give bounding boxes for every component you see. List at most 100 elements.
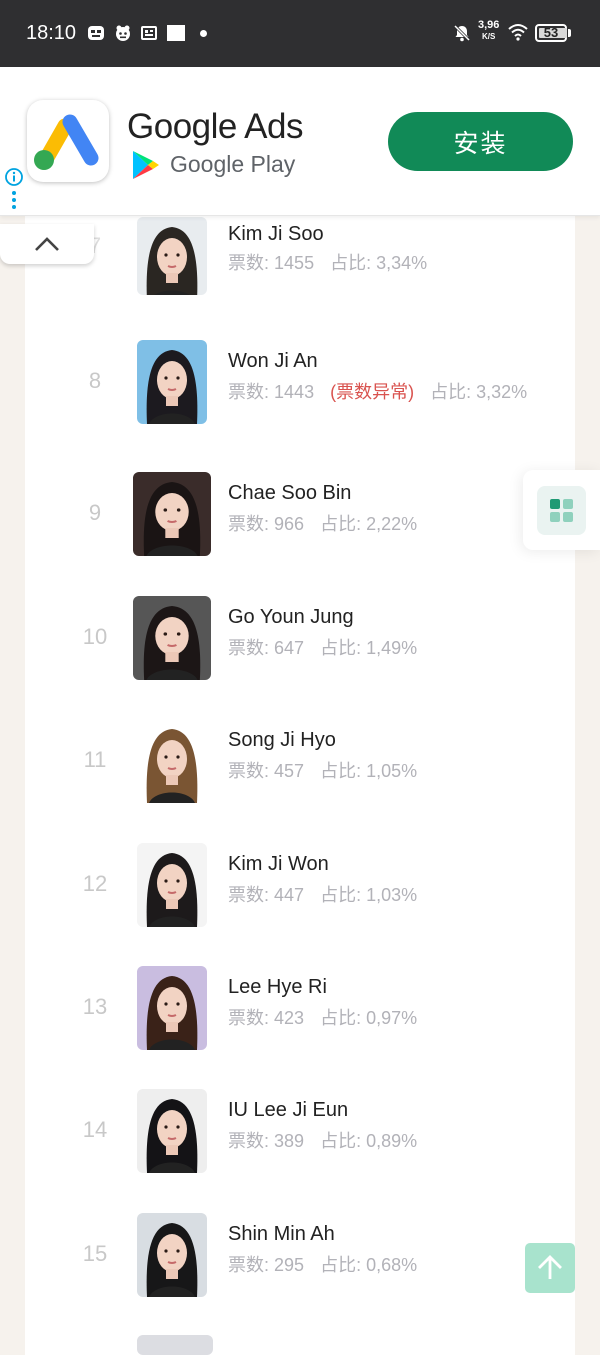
- vote-stats: 票数: 647 占比: 1,49%: [228, 634, 528, 663]
- back-to-top-button[interactable]: [525, 1243, 575, 1293]
- list-item[interactable]: 7 Kim Ji Soo 票数: 1455 占比: 3,34%: [25, 217, 575, 333]
- dot-icon: [200, 30, 207, 37]
- vote-count: 447: [274, 885, 305, 905]
- share-label: 占比:: [330, 253, 372, 273]
- list-item[interactable]: 15 Shin Min Ah 票数: 295 占比: 0,68%: [25, 1211, 575, 1321]
- celebrity-name: Chae Soo Bin: [228, 482, 352, 504]
- vote-stats: 票数: 1443 (票数异常) 占比: 3,32%: [228, 378, 528, 407]
- vote-count: 457: [274, 761, 305, 781]
- rank-number: 9: [88, 500, 102, 525]
- vote-label: 票数:: [228, 1131, 270, 1151]
- share-label: 占比:: [430, 382, 472, 402]
- vote-count: 1443: [274, 382, 315, 402]
- avatar: [133, 472, 211, 556]
- share-label: 占比:: [320, 885, 362, 905]
- rank-number: 15: [82, 1241, 108, 1266]
- share-percent: 3,32%: [476, 382, 528, 402]
- square-icon: [167, 25, 185, 41]
- share-percent: 2,22%: [366, 514, 418, 534]
- vote-stats: 票数: 389 占比: 0,89%: [228, 1127, 528, 1156]
- avatar: [137, 966, 207, 1050]
- list-item[interactable]: 10 Go Youn Jung 票数: 647 占比: 1,49%: [25, 594, 575, 704]
- vote-count: 647: [274, 638, 305, 658]
- rank-number: 8: [88, 368, 102, 393]
- install-button[interactable]: 安装: [388, 112, 573, 171]
- avatar: [133, 596, 211, 680]
- wifi-icon: [508, 24, 528, 41]
- rank-number: 11: [83, 747, 107, 772]
- avatar: [137, 217, 207, 295]
- status-bar: 18:10 3,96 K/S 53: [0, 0, 600, 67]
- ad-info-icon[interactable]: [4, 167, 24, 213]
- photo-icon: [141, 26, 157, 40]
- rank-number: 13: [82, 994, 108, 1019]
- vote-label: 票数:: [228, 1255, 270, 1275]
- vote-count: 966: [274, 514, 305, 534]
- share-percent: 1,49%: [366, 638, 418, 658]
- side-menu-button[interactable]: [523, 470, 600, 550]
- celebrity-name: Go Youn Jung: [228, 606, 354, 628]
- battery-level: 53: [543, 25, 559, 40]
- avatar: [137, 1213, 207, 1297]
- share-label: 占比:: [320, 1255, 362, 1275]
- celebrity-name: Lee Hye Ri: [228, 976, 327, 998]
- list-item[interactable]: 13 Lee Hye Ri 票数: 423 占比: 0,97%: [25, 964, 575, 1074]
- vote-count: 389: [274, 1131, 305, 1151]
- share-percent: 0,89%: [366, 1131, 418, 1151]
- share-percent: 0,68%: [366, 1255, 418, 1275]
- celebrity-name: Won Ji An: [228, 350, 318, 372]
- share-percent: 1,03%: [366, 885, 418, 905]
- share-percent: 3,34%: [376, 253, 428, 273]
- chevron-up-icon: [35, 237, 59, 251]
- bell-off-icon: [453, 24, 471, 42]
- list-item[interactable]: 11 Song Ji Hyo 票数: 457 占比: 1,05%: [25, 717, 575, 827]
- avatar: [137, 843, 207, 927]
- vote-label: 票数:: [228, 253, 270, 273]
- share-label: 占比:: [320, 514, 362, 534]
- celebrity-name: Kim Ji Soo: [228, 223, 324, 245]
- avatar: [137, 719, 207, 803]
- vote-count: 423: [274, 1008, 305, 1028]
- status-time: 18:10: [26, 22, 77, 44]
- vote-stats: 票数: 295 占比: 0,68%: [228, 1251, 528, 1280]
- share-label: 占比:: [320, 1131, 362, 1151]
- vote-label: 票数:: [228, 514, 270, 534]
- celebrity-name: Kim Ji Won: [228, 853, 329, 875]
- collapse-ad-button[interactable]: [0, 224, 94, 264]
- ad-subtitle: Google Play: [170, 151, 296, 177]
- rank-number: 12: [82, 871, 108, 896]
- list-item[interactable]: 9 Chae Soo Bin 票数: 966 占比: 2,22%: [25, 470, 575, 580]
- vote-label: 票数:: [228, 1008, 270, 1028]
- share-percent: 0,97%: [366, 1008, 418, 1028]
- bitmoji-icon: [88, 26, 104, 40]
- rank-number: 14: [82, 1117, 108, 1142]
- network-speed: 3,96 K/S: [478, 19, 500, 42]
- list-item[interactable]: 12 Kim Ji Won 票数: 447 占比: 1,03%: [25, 841, 575, 951]
- arrow-up-icon: [538, 1255, 562, 1279]
- vote-stats: 票数: 423 占比: 0,97%: [228, 1004, 528, 1033]
- share-percent: 1,05%: [366, 761, 418, 781]
- vote-stats: 票数: 457 占比: 1,05%: [228, 757, 528, 786]
- vote-count: 295: [274, 1255, 305, 1275]
- share-label: 占比:: [320, 1008, 362, 1028]
- vote-stats: 票数: 966 占比: 2,22%: [228, 510, 528, 539]
- vote-label: 票数:: [228, 885, 270, 905]
- list-item[interactable]: 8 Won Ji An 票数: 1443 (票数异常) 占比: 3,32%: [25, 338, 575, 448]
- rank-number: 10: [82, 624, 108, 649]
- battery-icon: 53: [535, 24, 567, 42]
- google-ads-logo: [27, 100, 109, 182]
- google-play-icon: [133, 151, 159, 179]
- share-label: 占比:: [320, 761, 362, 781]
- share-label: 占比:: [320, 638, 362, 658]
- vote-count: 1455: [274, 253, 315, 273]
- app-icon: [116, 25, 130, 41]
- vote-label: 票数:: [228, 638, 270, 658]
- vote-stats: 票数: 447 占比: 1,03%: [228, 881, 528, 910]
- ranking-list: 7 Kim Ji Soo 票数: 1455 占比: 3,34% 8 Won Ji An 票数…: [25, 215, 575, 1355]
- ad-banner[interactable]: Google Ads Google Play 安装: [0, 67, 600, 216]
- list-item[interactable]: 14 IU Lee Ji Eun 票数: 389 占比: 0,89%: [25, 1087, 575, 1197]
- ad-title: Google Ads: [127, 107, 303, 146]
- celebrity-name: Shin Min Ah: [228, 1223, 335, 1245]
- celebrity-name: IU Lee Ji Eun: [228, 1099, 349, 1121]
- vote-stats: 票数: 1455 占比: 3,34%: [228, 249, 528, 278]
